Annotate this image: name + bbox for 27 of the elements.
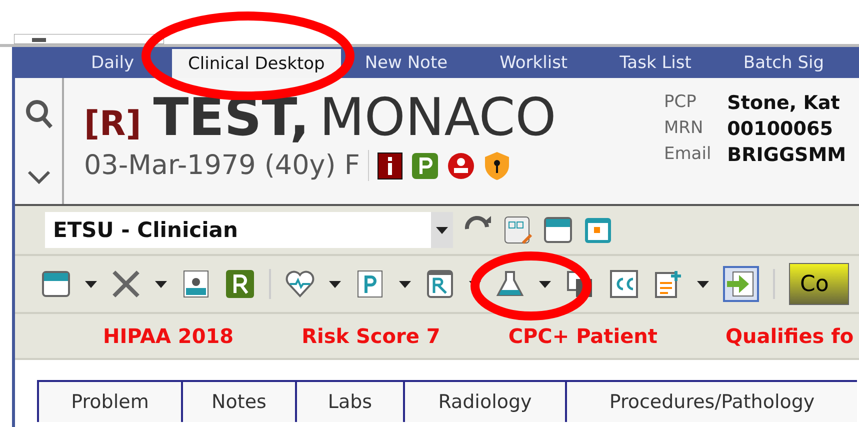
toolbar-button[interactable]: Co: [789, 263, 849, 305]
patient-demographics: 03-Mar-1979 (40y) F: [84, 150, 369, 181]
alert-label: Qualifies fo: [725, 324, 854, 348]
detail-value: Stone, Kat: [727, 92, 841, 114]
detail-value: 00100065: [727, 118, 834, 140]
detail-label: MRN: [664, 118, 704, 140]
patient-first-name: MONACO: [320, 88, 556, 148]
chart-tab[interactable]: Procedures/Pathology: [565, 380, 857, 422]
profile-select[interactable]: ETSU - Clinician: [45, 212, 453, 248]
nav-tab[interactable]: Task List: [606, 47, 706, 78]
alert-label: CPC+ Patient: [508, 324, 658, 348]
alert-label: Risk Score 7: [302, 324, 440, 348]
detail-value: BRIGGSMM: [727, 144, 846, 166]
detail-label: PCP: [664, 92, 698, 114]
chart-tab[interactable]: Radiology: [403, 380, 565, 422]
chart-tab[interactable]: Problem: [37, 380, 181, 422]
flag-label: [R]: [84, 104, 142, 144]
nav-tab[interactable]: Clinical Desktop: [172, 49, 341, 78]
nav-tab[interactable]: New Note: [350, 47, 462, 78]
nav-tab[interactable]: Daily: [77, 47, 148, 78]
detail-label: Email: [664, 144, 712, 166]
chart-tab[interactable]: Labs: [295, 380, 403, 422]
patient-last-name: TEST,: [153, 88, 310, 148]
alert-label: HIPAA 2018: [103, 324, 234, 348]
chart-tab[interactable]: Notes: [181, 380, 295, 422]
nav-tab[interactable]: Worklist: [486, 47, 582, 78]
nav-tab[interactable]: Batch Sig: [729, 47, 838, 78]
